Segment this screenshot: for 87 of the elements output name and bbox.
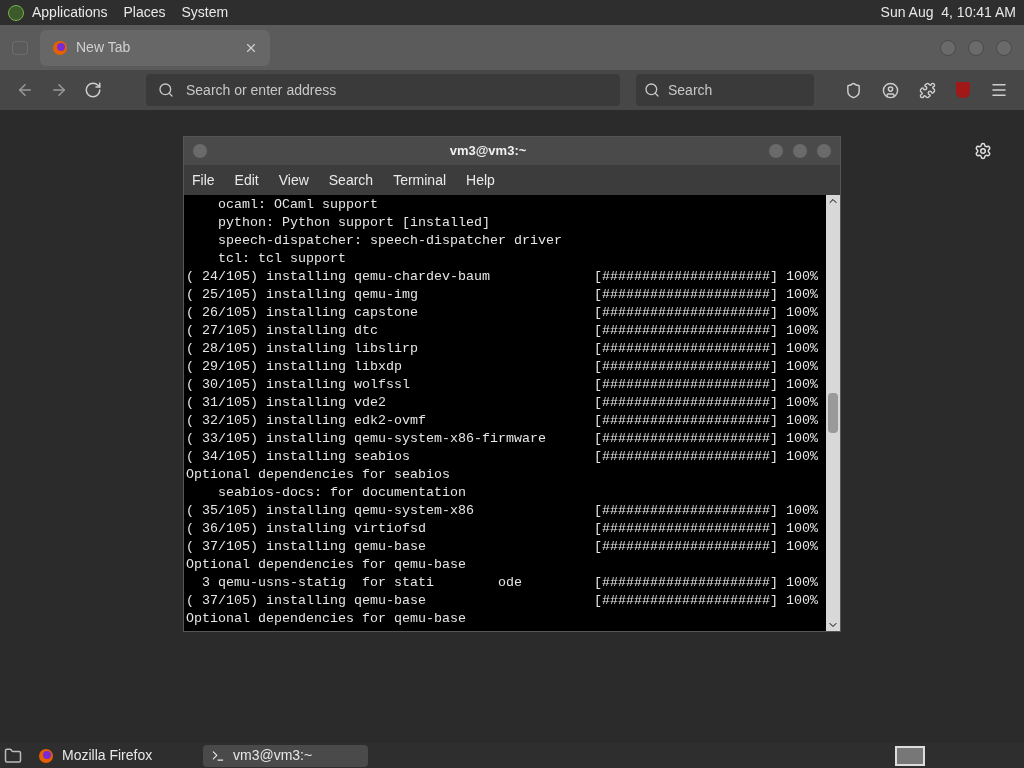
- percent-text: 100%: [785, 286, 818, 304]
- terminal-line: ( 32/105) installing edk2-ovmf: [186, 412, 427, 430]
- browser-logo-icon: [38, 747, 54, 764]
- progress-text: [#####################]: [594, 322, 778, 340]
- percent-text: 100%: [785, 538, 818, 556]
- address-field[interactable]: Search or enter address: [146, 74, 620, 106]
- panel-menu[interactable]: Applications: [32, 2, 108, 23]
- show-desktop-icon[interactable]: [4, 746, 22, 765]
- percent-text: 100%: [785, 520, 818, 538]
- panel-menu[interactable]: System: [181, 2, 229, 23]
- taskbar-item[interactable]: vm3@vm3:~: [203, 744, 368, 767]
- menu-icon[interactable]: [990, 81, 1008, 99]
- progress-text: [#####################]: [594, 340, 778, 358]
- terminal-line: tcl: tcl support: [217, 250, 347, 268]
- progress-text: [#####################]: [594, 268, 778, 286]
- percent-text: 100%: [785, 592, 818, 610]
- terminal-line: speech-dispatcher: speech-dispatcher driver: [217, 232, 563, 250]
- progress-text: [#####################]: [594, 394, 778, 412]
- progress-text: [#####################]: [594, 430, 778, 448]
- progress-text: [#####################]: [594, 502, 778, 520]
- terminal-line: Optional dependencies for seabios: [186, 466, 451, 484]
- search-icon: [158, 82, 174, 98]
- menu-item[interactable]: File: [192, 169, 215, 191]
- taskbar-item[interactable]: Mozilla Firefox: [30, 744, 195, 767]
- panel-clock[interactable]: Sun Aug 4, 10:41 AM: [880, 2, 1016, 23]
- search-field[interactable]: Search: [636, 74, 814, 106]
- reload-icon[interactable]: [84, 81, 102, 99]
- workspace-switcher[interactable]: [895, 745, 925, 766]
- terminal-line: ( 29/105) installing libxdp: [186, 358, 403, 376]
- percent-text: 100%: [785, 412, 818, 430]
- progress-text: [#####################]: [594, 448, 778, 466]
- settings-icon[interactable]: [974, 142, 992, 160]
- percent-text: 100%: [785, 574, 818, 592]
- progress-text: [#####################]: [594, 574, 778, 592]
- browser-tab[interactable]: New Tab: [40, 29, 270, 66]
- progress-text: [#####################]: [594, 358, 778, 376]
- terminal-line: ( 28/105) installing libslirp: [186, 340, 419, 358]
- percent-text: 100%: [785, 394, 818, 412]
- terminal-line: ( 24/105) installing qemu-chardev-baum: [186, 268, 491, 286]
- search-icon: [644, 82, 660, 98]
- progress-text: [#####################]: [594, 520, 778, 538]
- menu-item[interactable]: View: [278, 169, 309, 191]
- terminal-line: ( 35/105) installing qemu-system-x86: [186, 502, 475, 520]
- terminal-line: ( 34/105) installing seabios: [186, 448, 411, 466]
- back-icon[interactable]: [16, 81, 34, 99]
- percent-text: 100%: [785, 268, 818, 286]
- terminal-line: seabios-docs: for documentation: [217, 484, 467, 502]
- percent-text: 100%: [785, 358, 818, 376]
- terminal-line: 3 qemu-usns-statig for stati ode: [201, 574, 523, 592]
- terminal-line: ( 27/105) installing dtc: [186, 322, 379, 340]
- progress-text: [#####################]: [594, 412, 778, 430]
- browser-logo-icon: [52, 39, 68, 56]
- terminal-line: Optional dependencies for qemu-base: [186, 556, 467, 574]
- terminal-icon: [211, 748, 225, 763]
- terminal-line: ( 31/105) installing vde2: [186, 394, 387, 412]
- account-icon[interactable]: [882, 81, 899, 99]
- forward-icon[interactable]: [50, 81, 68, 99]
- percent-text: 100%: [785, 340, 818, 358]
- menu-item[interactable]: Help: [466, 169, 495, 191]
- menu-item[interactable]: Search: [328, 169, 374, 191]
- progress-text: [#####################]: [594, 538, 778, 556]
- percent-text: 100%: [785, 448, 818, 466]
- scrollbar-thumb[interactable]: [828, 393, 838, 433]
- terminal-line: ( 26/105) installing capstone: [186, 304, 419, 322]
- percent-text: 100%: [785, 304, 818, 322]
- terminal-line: python: Python support [installed]: [217, 214, 491, 232]
- terminal-line: ocaml: OCaml support: [217, 196, 379, 214]
- terminal-line: ( 36/105) installing virtiofsd: [186, 520, 427, 538]
- menu-item[interactable]: Terminal: [393, 169, 447, 191]
- progress-text: [#####################]: [594, 304, 778, 322]
- percent-text: 100%: [785, 322, 818, 340]
- terminal-line: ( 25/105) installing qemu-img: [186, 286, 419, 304]
- extensions-icon[interactable]: [919, 81, 936, 99]
- terminal-line: ( 33/105) installing qemu-system-x86-firmware: [186, 430, 547, 448]
- progress-text: [#####################]: [594, 376, 778, 394]
- percent-text: 100%: [785, 430, 818, 448]
- menu-item[interactable]: Edit: [234, 169, 259, 191]
- progress-text: [#####################]: [594, 286, 778, 304]
- progress-text: [#####################]: [594, 592, 778, 610]
- terminal-line: ( 30/105) installing wolfssl: [186, 376, 411, 394]
- terminal-line: ( 37/105) installing qemu-base: [186, 538, 427, 556]
- terminal-line: ( 37/105) installing qemu-base: [186, 592, 427, 610]
- percent-text: 100%: [785, 376, 818, 394]
- terminal-line: Optional dependencies for qemu-base: [186, 610, 467, 628]
- percent-text: 100%: [785, 502, 818, 520]
- panel-menu[interactable]: Places: [123, 2, 166, 23]
- window-title: vm3@vm3:~: [448, 142, 528, 161]
